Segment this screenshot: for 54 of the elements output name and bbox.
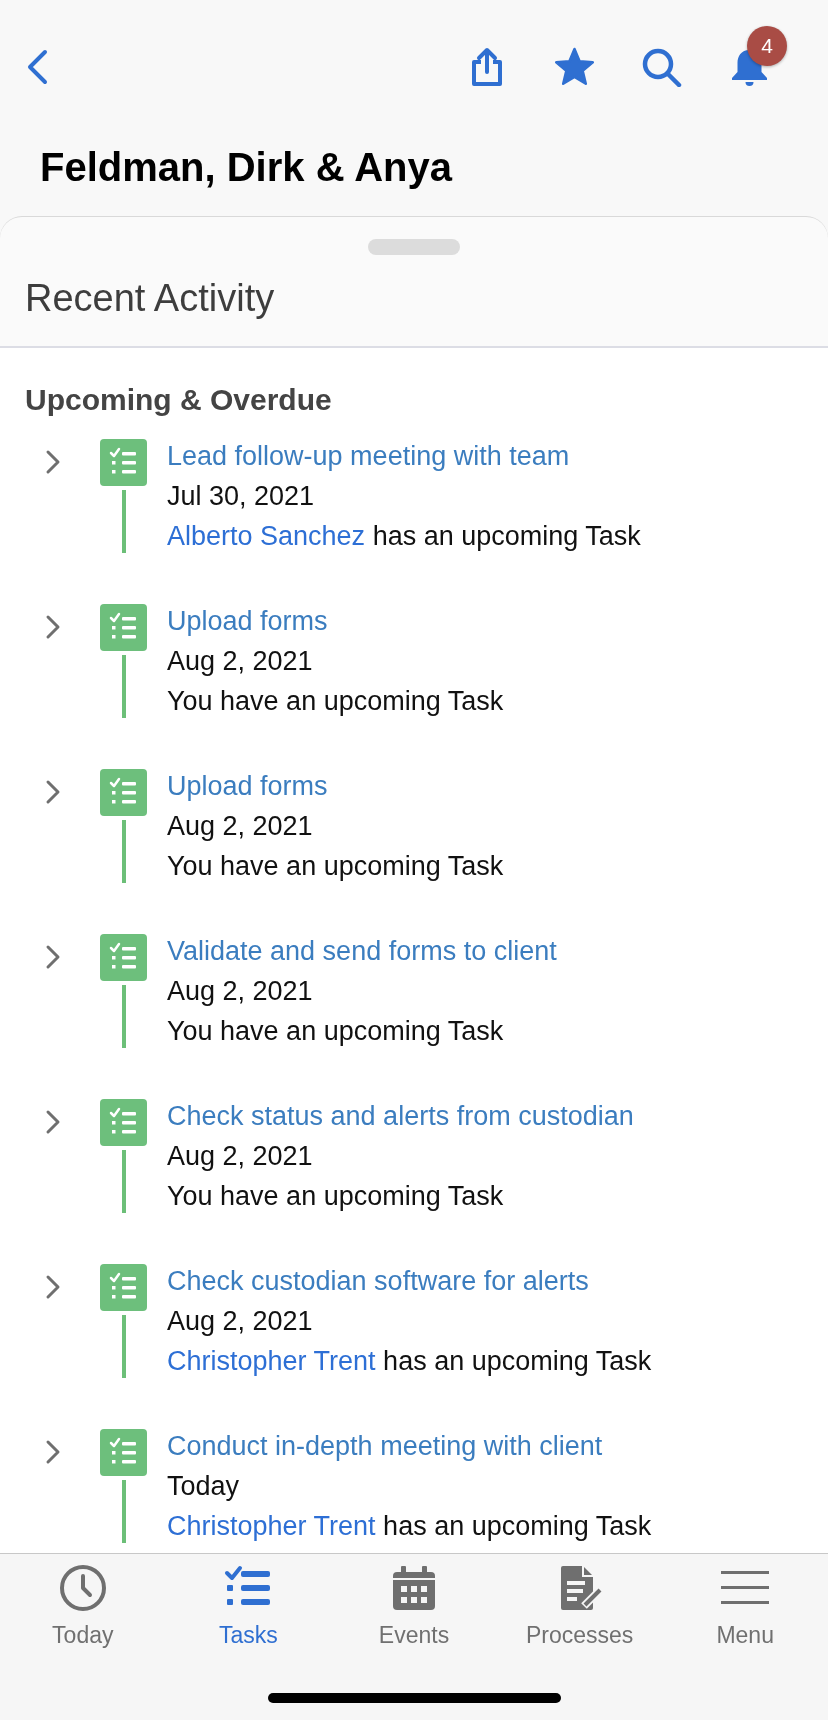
person-link[interactable]: Christopher Trent xyxy=(167,1511,376,1541)
task-date: Today xyxy=(167,1470,240,1503)
task-title-link[interactable]: Check custodian software for alerts xyxy=(167,1261,589,1301)
task-checklist-icon xyxy=(100,1264,147,1311)
page-title: Feldman, Dirk & Anya xyxy=(40,144,452,191)
search-icon[interactable] xyxy=(641,47,682,87)
activity-summary: You have an upcoming Task xyxy=(167,1015,504,1048)
task-checklist-icon xyxy=(100,769,147,816)
task-title-link[interactable]: Validate and send forms to client xyxy=(167,931,557,971)
back-icon[interactable] xyxy=(25,49,49,85)
task-date: Aug 2, 2021 xyxy=(167,810,313,843)
task-title-link[interactable]: Check status and alerts from custodian xyxy=(167,1096,634,1136)
activity-summary: You have an upcoming Task xyxy=(167,685,504,718)
chevron-right-icon[interactable] xyxy=(45,449,61,475)
tab-button[interactable]: Events xyxy=(378,1564,450,1649)
task-checklist-icon xyxy=(100,1429,147,1476)
star-icon[interactable] xyxy=(554,47,595,87)
notification-badge: 4 xyxy=(747,26,787,66)
tab-button[interactable]: Menu xyxy=(716,1564,774,1649)
activity-summary: Christopher Trent has an upcoming Task xyxy=(167,1345,652,1378)
sheet-handle[interactable] xyxy=(368,239,460,255)
chevron-right-icon[interactable] xyxy=(45,1109,61,1135)
chevron-right-icon[interactable] xyxy=(45,614,61,640)
chevron-right-icon[interactable] xyxy=(45,779,61,805)
task-title-link[interactable]: Upload forms xyxy=(167,766,328,806)
task-title-link[interactable]: Upload forms xyxy=(167,601,328,641)
tab-button[interactable]: Processes xyxy=(525,1564,634,1649)
activity-summary: Christopher Trent has an upcoming Task xyxy=(167,1510,652,1543)
task-checklist-icon xyxy=(100,439,147,486)
clock-icon xyxy=(58,1564,107,1612)
task-checklist-icon xyxy=(100,1099,147,1146)
chevron-right-icon[interactable] xyxy=(45,1274,61,1300)
calendar-icon xyxy=(390,1564,438,1612)
task-date: Jul 30, 2021 xyxy=(167,480,315,513)
section-title: Upcoming & Overdue xyxy=(25,382,332,418)
activity-summary: Alberto Sanchez has an upcoming Task xyxy=(167,520,641,553)
tab-button[interactable]: Today xyxy=(52,1564,114,1649)
chevron-right-icon[interactable] xyxy=(45,944,61,970)
task-date: Aug 2, 2021 xyxy=(167,645,313,678)
activity-summary: You have an upcoming Task xyxy=(167,1180,504,1213)
person-link[interactable]: Alberto Sanchez xyxy=(167,521,366,551)
tab-button[interactable]: Tasks xyxy=(219,1564,278,1649)
task-date: Aug 2, 2021 xyxy=(167,1140,313,1173)
activity-summary: You have an upcoming Task xyxy=(167,850,504,883)
share-icon[interactable] xyxy=(470,47,504,87)
sheet-title: Recent Activity xyxy=(25,276,275,321)
task-date: Aug 2, 2021 xyxy=(167,1305,313,1338)
task-title-link[interactable]: Conduct in-depth meeting with client xyxy=(167,1426,603,1466)
person-link[interactable]: Christopher Trent xyxy=(167,1346,376,1376)
task-title-link[interactable]: Lead follow-up meeting with team xyxy=(167,436,570,476)
task-checklist-icon xyxy=(100,934,147,981)
chevron-right-icon[interactable] xyxy=(45,1439,61,1465)
task-date: Aug 2, 2021 xyxy=(167,975,313,1008)
task-checklist-icon xyxy=(100,604,147,651)
